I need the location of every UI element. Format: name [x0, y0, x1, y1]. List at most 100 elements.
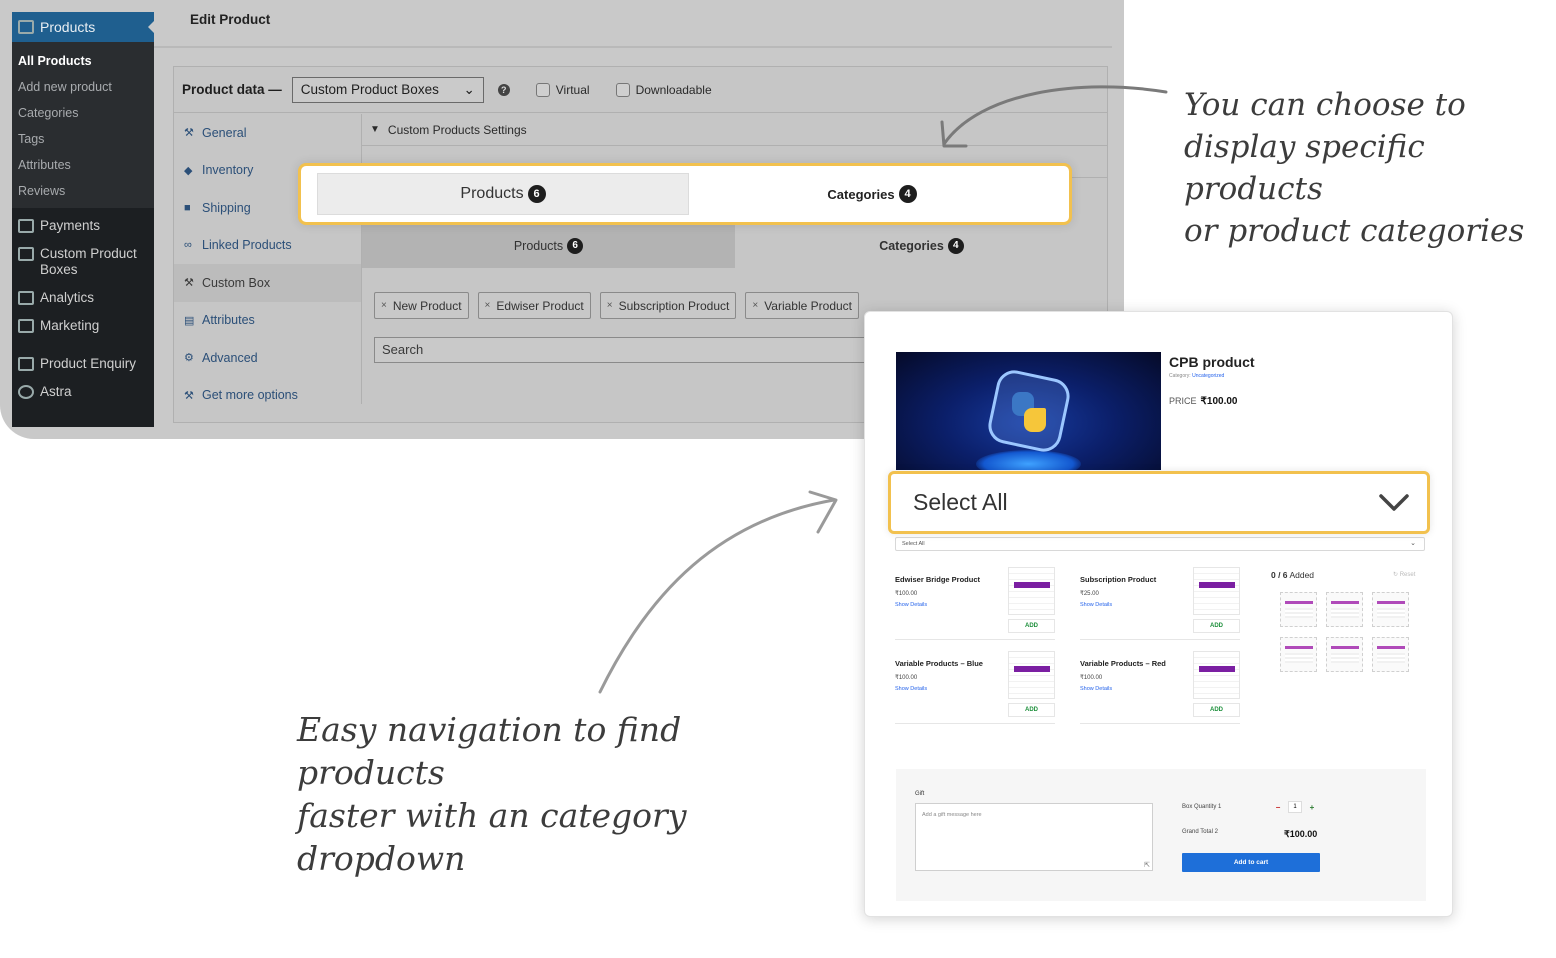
add-button[interactable]: ADD	[1008, 619, 1055, 633]
tab-label: Categories	[879, 239, 944, 253]
tab-label: General	[202, 125, 247, 140]
category-dropdown-small[interactable]: Select All ⌄	[895, 537, 1425, 551]
box-slot	[1372, 637, 1409, 672]
slot-bar	[1377, 601, 1405, 604]
product-type-select[interactable]: Custom Product Boxes ⌄	[291, 76, 484, 103]
submenu-add-new-product[interactable]: Add new product	[18, 74, 154, 100]
bar-chart-icon	[18, 291, 34, 305]
product-price: ₹25.00	[1080, 591, 1099, 597]
chip-variable-product[interactable]: × Variable Product	[745, 292, 860, 319]
collapse-triangle-icon: ▼	[370, 124, 380, 135]
minus-icon[interactable]: −	[1272, 803, 1284, 812]
checkbox-box[interactable]	[535, 82, 550, 97]
sidebar-item-custom-product-boxes[interactable]: Custom Product Boxes	[12, 240, 154, 284]
add-button[interactable]: ADD	[1008, 703, 1055, 717]
reset-button[interactable]: ↻ Reset	[1393, 571, 1415, 578]
slot-bar	[1377, 646, 1405, 649]
reset-label: Reset	[1399, 572, 1416, 578]
chip-edwiser-product[interactable]: × Edwiser Product	[477, 292, 591, 319]
tab-products[interactable]: Products 6	[362, 224, 735, 268]
sidebar-item-astra[interactable]: Astra	[12, 378, 154, 406]
note-line: faster with an category dropdown	[297, 796, 687, 878]
submenu-categories[interactable]: Categories	[18, 100, 154, 126]
grand-total-label: Grand Total 2	[1182, 829, 1218, 835]
show-details-link[interactable]: Show Details	[895, 686, 927, 692]
slot-lines	[1331, 653, 1359, 663]
remove-icon[interactable]: ×	[485, 300, 491, 311]
product-data-header: Product data — Custom Product Boxes ⌄ ? …	[174, 67, 1107, 113]
inner-tabs: Products 6 Categories 4	[362, 224, 1108, 268]
frontend-product-page: CPB product Category: Uncategorized PRIC…	[864, 311, 1453, 917]
wp-admin-sidebar: Products All Products Add new product Ca…	[12, 12, 155, 427]
tab-general[interactable]: ⚒ General	[174, 114, 361, 152]
active-menu-arrow	[148, 20, 155, 34]
tab-get-more-options[interactable]: ⚒ Get more options	[174, 377, 361, 415]
slot-bar	[1331, 646, 1359, 649]
submenu-reviews[interactable]: Reviews	[18, 178, 154, 204]
tab-categories-highlight[interactable]: Categories 4	[689, 173, 1055, 215]
submenu-all-products[interactable]: All Products	[18, 48, 154, 74]
downloadable-checkbox[interactable]: Downloadable	[615, 82, 712, 97]
remove-icon[interactable]: ×	[381, 300, 387, 311]
submenu-tags[interactable]: Tags	[18, 126, 154, 152]
chip-new-product[interactable]: × New Product	[374, 292, 469, 319]
slot-lines	[1285, 653, 1313, 663]
tab-label: Inventory	[202, 163, 254, 178]
category-link[interactable]: Uncategorized	[1192, 373, 1224, 379]
chip-label: Edwiser Product	[496, 298, 584, 313]
plus-icon[interactable]: +	[1306, 803, 1318, 812]
remove-icon[interactable]: ×	[607, 300, 613, 311]
sidebar-item-marketing[interactable]: Marketing	[12, 312, 154, 340]
product-card: Edwiser Bridge Product ₹100.00 Show Deta…	[895, 567, 1055, 645]
annotation-choose-products: You can choose to display specific produ…	[1184, 84, 1556, 252]
show-details-link[interactable]: Show Details	[1080, 602, 1112, 608]
sidebar-item-product-enquiry[interactable]: Product Enquiry	[12, 350, 154, 378]
product-price: ₹100.00	[895, 675, 918, 681]
category-dropdown-highlight[interactable]: Select All	[888, 471, 1430, 534]
wrench-icon: ⚒	[184, 127, 194, 140]
product-thumbnail	[1008, 651, 1055, 699]
tab-linked-products[interactable]: ∞ Linked Products	[174, 227, 361, 265]
list-icon: ▤	[184, 314, 195, 327]
sidebar-item-label: Product Enquiry	[40, 356, 137, 371]
submenu-attributes[interactable]: Attributes	[18, 152, 154, 178]
search-input[interactable]: Search	[374, 337, 894, 363]
added-counter: 0 / 6 Added	[1271, 570, 1314, 580]
remove-icon[interactable]: ×	[752, 300, 758, 311]
chip-subscription-product[interactable]: × Subscription Product	[599, 292, 737, 319]
add-button[interactable]: ADD	[1193, 619, 1240, 633]
add-button[interactable]: ADD	[1193, 703, 1240, 717]
sidebar-item-payments[interactable]: Payments	[12, 212, 154, 240]
help-icon[interactable]: ?	[497, 83, 510, 96]
add-to-cart-button[interactable]: Add to cart	[1182, 853, 1320, 872]
show-details-link[interactable]: Show Details	[895, 602, 927, 608]
show-details-link[interactable]: Show Details	[1080, 686, 1112, 692]
tab-custom-box[interactable]: ⚒ Custom Box	[174, 264, 361, 302]
section-title: Custom Products Settings	[387, 122, 527, 137]
link-icon: ∞	[184, 239, 192, 252]
quantity-input[interactable]: 1	[1288, 801, 1302, 813]
category-label: Category:	[1169, 373, 1191, 379]
sidebar-item-label: Analytics	[40, 290, 95, 305]
annotation-easy-navigation: Easy navigation to find products faster …	[297, 708, 837, 880]
tab-attributes[interactable]: ▤ Attributes	[174, 302, 361, 340]
tab-advanced[interactable]: ⚙ Advanced	[174, 339, 361, 377]
sidebar-item-analytics[interactable]: Analytics	[12, 284, 154, 312]
count-badge: 4	[898, 185, 917, 203]
custom-products-settings-header[interactable]: ▼ Custom Products Settings	[362, 114, 1107, 146]
gift-message-textarea[interactable]: Add a gift message here ⇱	[915, 803, 1153, 871]
resize-grip-icon[interactable]: ⇱	[1144, 861, 1150, 869]
tab-products-highlight[interactable]: Products 6	[317, 173, 689, 215]
sidebar-item-products[interactable]: Products	[12, 12, 155, 42]
tab-categories[interactable]: Categories 4	[735, 224, 1108, 268]
highlighted-tabs: Products 6 Categories 4	[298, 163, 1072, 225]
box-slot	[1280, 637, 1317, 672]
divider	[154, 46, 1112, 48]
product-card: Variable Products – Blue ₹100.00 Show De…	[895, 651, 1055, 729]
thumb-banner	[1199, 582, 1235, 588]
box-slot	[1372, 592, 1409, 627]
count-badge: 6	[567, 238, 584, 254]
virtual-checkbox[interactable]: Virtual	[535, 82, 590, 97]
checkbox-box[interactable]	[615, 82, 630, 97]
note-line: You can choose to	[1184, 87, 1466, 123]
